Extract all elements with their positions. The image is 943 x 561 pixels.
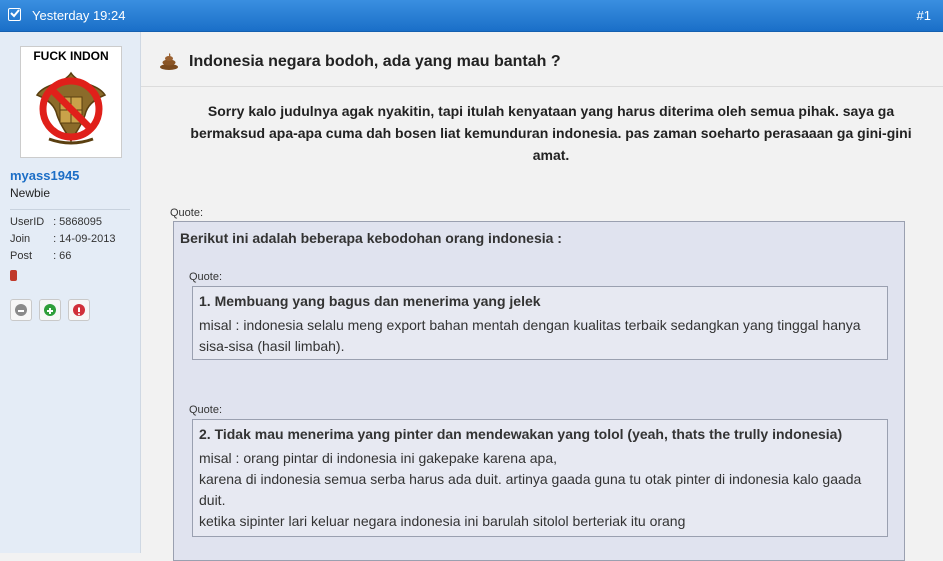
status-indicator-icon [10, 270, 17, 281]
username-link[interactable]: myass1945 [10, 168, 79, 183]
quote-body: misal : indonesia selalu meng export bah… [199, 317, 861, 354]
quote-label: Quote: [170, 207, 204, 219]
user-rank: Newbie [10, 186, 51, 200]
outer-quote-box: Berikut ini adalah beberapa kebodohan or… [173, 221, 905, 561]
quote-label: Quote: [189, 404, 223, 416]
info-post: Post : 66 [10, 250, 72, 262]
inner-quote-box: 2. Tidak mau menerima yang pinter dan me… [192, 419, 888, 537]
divider [10, 209, 130, 210]
inner-quote-box: 1. Membuang yang bagus dan menerima yang… [192, 286, 888, 360]
quote-heading: 1. Membuang yang bagus dan menerima yang… [199, 293, 541, 309]
garuda-emblem-icon [35, 71, 107, 145]
avatar[interactable]: FUCK INDON [20, 46, 122, 158]
plus-circle-icon [44, 304, 56, 316]
report-button[interactable] [68, 299, 90, 321]
poop-icon [159, 52, 179, 75]
post-title: Indonesia negara bodoh, ada yang mau ban… [189, 53, 561, 70]
post-timestamp: Yesterday 19:24 [32, 8, 126, 23]
user-sidebar: FUCK INDON myass1945 Newbie UserID : 586… [0, 32, 141, 553]
info-join: Join : 14-09-2013 [10, 233, 116, 245]
post-intro-text: Sorry kalo judulnya agak nyakitin, tapi … [190, 103, 912, 163]
post-number-link[interactable]: #1 [917, 8, 931, 23]
minus-circle-icon [15, 304, 27, 316]
profile-button[interactable] [10, 299, 32, 321]
checkbox-icon[interactable] [8, 8, 21, 21]
quote-body-line: misal : orang pintar di indonesia ini ga… [199, 450, 558, 466]
exclamation-icon [73, 304, 85, 316]
quote-label: Quote: [189, 271, 223, 283]
quote-heading: 2. Tidak mau menerima yang pinter dan me… [199, 426, 843, 442]
quote-body-line: karena di indonesia semua serba harus ad… [199, 471, 862, 508]
quote-body: misal : orang pintar di indonesia ini ga… [199, 448, 879, 532]
post-title-bar: Indonesia negara bodoh, ada yang mau ban… [141, 32, 943, 87]
post-header-bar: Yesterday 19:24 #1 [0, 0, 943, 32]
post-content: Indonesia negara bodoh, ada yang mau ban… [141, 32, 943, 561]
quote-body-line: ketika sipinter lari keluar negara indon… [199, 513, 686, 529]
info-userid: UserID : 5868095 [10, 216, 102, 228]
avatar-text: FUCK INDON [33, 49, 109, 63]
outer-quote-lead: Berikut ini adalah beberapa kebodohan or… [180, 230, 562, 246]
reputation-button[interactable] [39, 299, 61, 321]
